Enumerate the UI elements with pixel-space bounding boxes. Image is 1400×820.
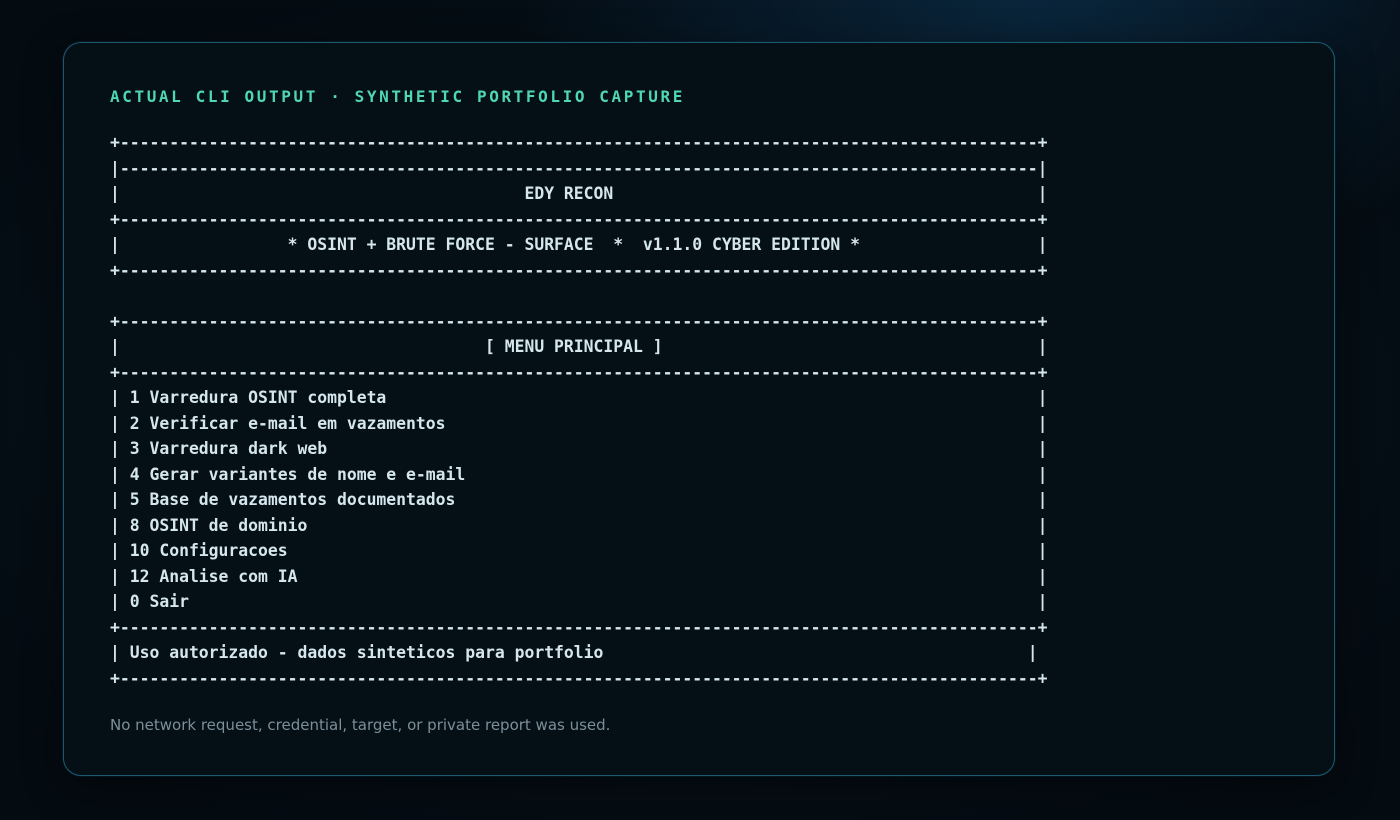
- terminal-output: +---------------------------------------…: [110, 130, 1047, 691]
- menu-border-top: +---------------------------------------…: [110, 311, 1048, 331]
- menu-item: | 1 Varredura OSINT completa |: [110, 388, 1048, 407]
- menu-item: | 2 Verificar e-mail em vazamentos |: [110, 413, 1048, 433]
- terminal-border-bottom: +---------------------------------------…: [110, 668, 1048, 688]
- tagline-line: | * OSINT + BRUTE FORCE - SURFACE * v1.1…: [110, 235, 1048, 254]
- menu-separator: +---------------------------------------…: [110, 362, 1048, 382]
- menu-item: | 8 OSINT de dominio |: [110, 515, 1048, 535]
- terminal-separator: +---------------------------------------…: [110, 260, 1048, 280]
- terminal-separator: +---------------------------------------…: [110, 209, 1048, 229]
- menu-item: | 10 Configuracoes |: [110, 541, 1048, 560]
- capture-heading: ACTUAL CLI OUTPUT · SYNTHETIC PORTFOLIO …: [110, 87, 685, 106]
- menu-title-line: | [ MENU PRINCIPAL ] |: [110, 337, 1048, 356]
- app-title-line: | EDY RECON |: [110, 184, 1048, 203]
- menu-item: | 0 Sair |: [110, 592, 1048, 611]
- menu-item: | 12 Analise com IA |: [110, 566, 1048, 586]
- menu-item: | 4 Gerar variantes de nome e e-mail |: [110, 464, 1048, 484]
- menu-footer-separator: +---------------------------------------…: [110, 617, 1048, 637]
- footer-disclaimer: No network request, credential, target, …: [110, 716, 611, 734]
- menu-item: | 5 Base de vazamentos documentados |: [110, 490, 1048, 509]
- terminal-border-top: +---------------------------------------…: [110, 133, 1048, 152]
- cli-capture-panel: ACTUAL CLI OUTPUT · SYNTHETIC PORTFOLIO …: [63, 42, 1335, 776]
- terminal-border-double: |---------------------------------------…: [110, 158, 1048, 178]
- authorized-use-notice: | Uso autorizado - dados sinteticos para…: [110, 643, 1038, 662]
- menu-item: | 3 Varredura dark web |: [110, 439, 1048, 458]
